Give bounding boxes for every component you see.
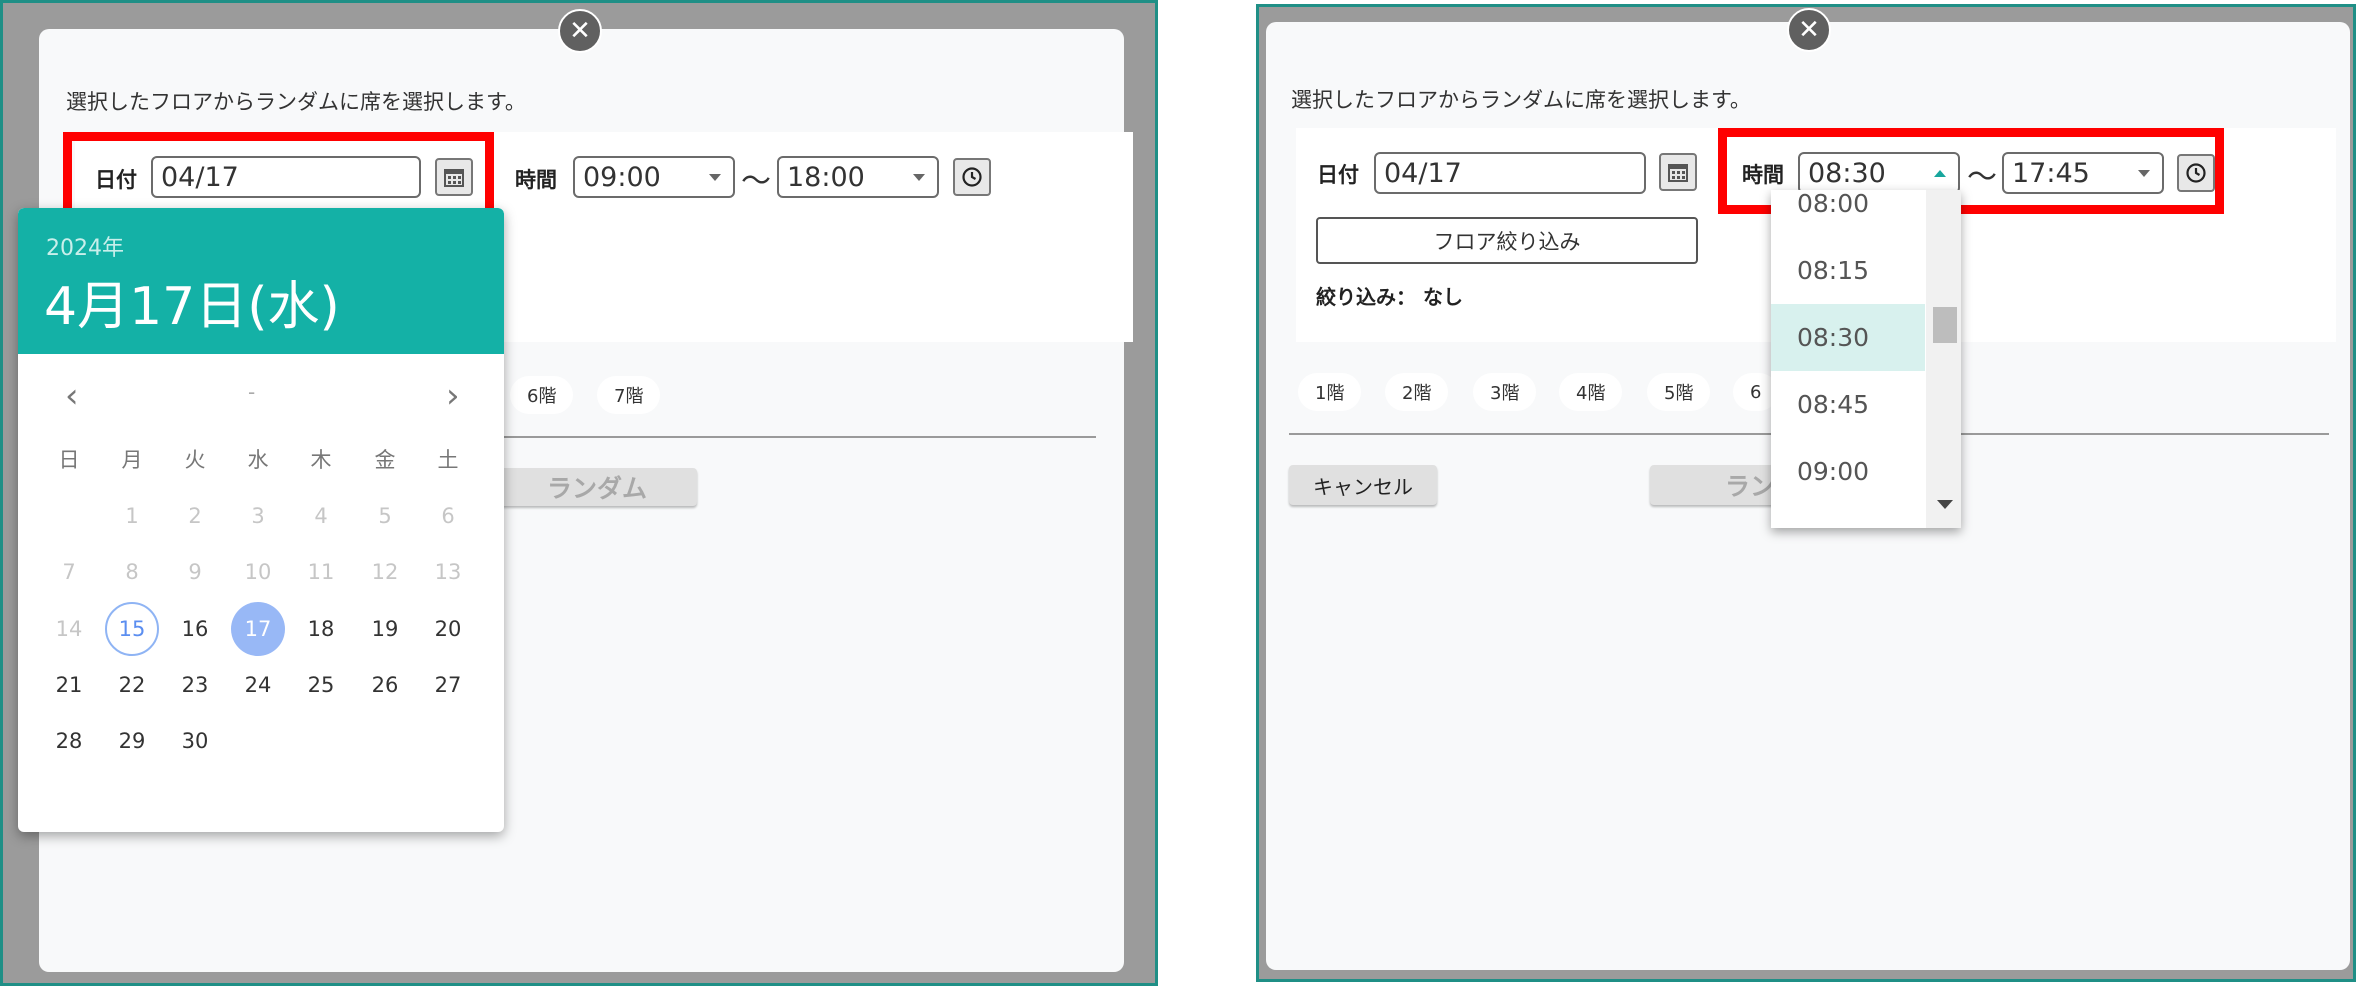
day-cell[interactable]: 24 <box>231 658 285 712</box>
datepicker-selected-date: 4月17日(水) <box>44 277 340 337</box>
weekday-header: 土 <box>437 448 459 472</box>
day-cell[interactable]: 14 <box>42 602 96 656</box>
floor-chip[interactable]: 2階 <box>1385 373 1449 411</box>
scrollbar-thumb[interactable] <box>1933 307 1957 343</box>
floor-chip[interactable]: 7階 <box>597 376 661 414</box>
weekday-header: 金 <box>374 448 396 472</box>
floor-chip[interactable]: 5階 <box>1647 373 1711 411</box>
time-label: 時間 <box>515 168 557 192</box>
filter-status: 絞り込み： なし <box>1316 281 1463 310</box>
calendar-icon[interactable] <box>1659 153 1697 191</box>
day-cell[interactable]: 28 <box>42 714 96 768</box>
day-cell[interactable]: 18 <box>294 602 348 656</box>
datepicker-popup: 2024年 4月17日(水) ‹ - › 日月火水木金土 1 2 3 4 5 6 7 8 9 10 1… <box>18 208 504 832</box>
floor-filter-button[interactable]: フロア絞り込み <box>1316 217 1698 264</box>
time-option[interactable]: 08:45 <box>1771 371 1925 438</box>
day-cell[interactable]: 27 <box>421 658 475 712</box>
day-cell[interactable]: 19 <box>358 602 412 656</box>
intro-text: 選択したフロアからランダムに席を選択します。 <box>1291 88 1751 112</box>
day-cell[interactable]: 3 <box>231 489 285 543</box>
day-cell[interactable]: 11 <box>294 545 348 599</box>
floor-chip[interactable]: 1階 <box>1298 373 1362 411</box>
time-end-value: 18:00 <box>787 161 865 193</box>
divider <box>501 436 1096 438</box>
time-option[interactable]: 08:30 <box>1771 304 1925 371</box>
time-start-value: 09:00 <box>583 161 661 193</box>
screenshot-left: ✕ 選択したフロアからランダムに席を選択します。 日付 04/17 時間 09:… <box>0 0 1158 986</box>
day-cell-selected[interactable]: 17 <box>231 602 285 656</box>
day-cell[interactable]: 23 <box>168 658 222 712</box>
highlight-box-date <box>63 132 494 218</box>
day-cell[interactable]: 29 <box>105 714 159 768</box>
random-button[interactable]: ランダム <box>497 468 697 506</box>
day-cell[interactable]: 1 <box>105 489 159 543</box>
day-cell[interactable]: 12 <box>358 545 412 599</box>
day-cell[interactable]: 21 <box>42 658 96 712</box>
day-cell[interactable]: 13 <box>421 545 475 599</box>
filter-status-value: なし <box>1422 285 1463 309</box>
day-cell[interactable]: 22 <box>105 658 159 712</box>
day-cell[interactable]: 9 <box>168 545 222 599</box>
datepicker-month-label: - <box>248 380 256 404</box>
chevron-down-icon <box>913 174 925 181</box>
day-cell[interactable]: 25 <box>294 658 348 712</box>
scrollbar-track[interactable] <box>1926 190 1961 528</box>
date-label: 日付 <box>1317 163 1359 187</box>
chevron-left-icon[interactable]: ‹ <box>65 376 79 416</box>
time-option[interactable]: 09:00 <box>1771 438 1925 505</box>
day-cell[interactable]: 16 <box>168 602 222 656</box>
day-cell[interactable]: 4 <box>294 489 348 543</box>
floor-chip[interactable]: 3階 <box>1473 373 1537 411</box>
time-option[interactable]: 08:00 <box>1771 190 1925 237</box>
scroll-down-icon[interactable] <box>1937 500 1953 509</box>
day-cell[interactable]: 8 <box>105 545 159 599</box>
weekday-header: 木 <box>310 448 332 472</box>
weekday-header: 日 <box>58 448 80 472</box>
close-icon[interactable]: ✕ <box>1787 8 1831 52</box>
day-cell[interactable]: 26 <box>358 658 412 712</box>
close-icon[interactable]: ✕ <box>558 9 602 53</box>
day-cell[interactable]: 2 <box>168 489 222 543</box>
floor-chip[interactable]: 4階 <box>1559 373 1623 411</box>
datepicker-year[interactable]: 2024年 <box>46 230 124 262</box>
weekday-header: 水 <box>247 448 269 472</box>
day-cell[interactable]: 6 <box>421 489 475 543</box>
time-option[interactable]: 08:15 <box>1771 237 1925 304</box>
range-tilde: 〜 <box>741 164 771 199</box>
clock-icon[interactable] <box>953 158 991 196</box>
datepicker-header: 2024年 4月17日(水) <box>18 208 504 354</box>
intro-text: 選択したフロアからランダムに席を選択します。 <box>66 90 526 114</box>
day-cell[interactable]: 10 <box>231 545 285 599</box>
date-input[interactable]: 04/17 <box>1374 152 1646 194</box>
weekday-header: 月 <box>121 448 143 472</box>
time-end-select[interactable]: 18:00 <box>777 156 939 198</box>
chevron-down-icon <box>709 174 721 181</box>
day-cell[interactable]: 7 <box>42 545 96 599</box>
time-start-dropdown: 08:00 08:15 08:30 08:45 09:00 <box>1771 190 1961 528</box>
filter-status-label: 絞り込み： <box>1316 285 1416 309</box>
weekday-header: 火 <box>184 448 206 472</box>
floor-chip[interactable]: 6階 <box>510 376 574 414</box>
day-cell[interactable]: 20 <box>421 602 475 656</box>
date-input-value: 04/17 <box>1384 157 1462 189</box>
day-cell-today[interactable]: 15 <box>105 602 159 656</box>
chevron-right-icon[interactable]: › <box>446 376 460 416</box>
cancel-button[interactable]: キャンセル <box>1289 465 1437 505</box>
day-cell[interactable]: 30 <box>168 714 222 768</box>
day-cell[interactable]: 5 <box>358 489 412 543</box>
time-start-select[interactable]: 09:00 <box>573 156 735 198</box>
